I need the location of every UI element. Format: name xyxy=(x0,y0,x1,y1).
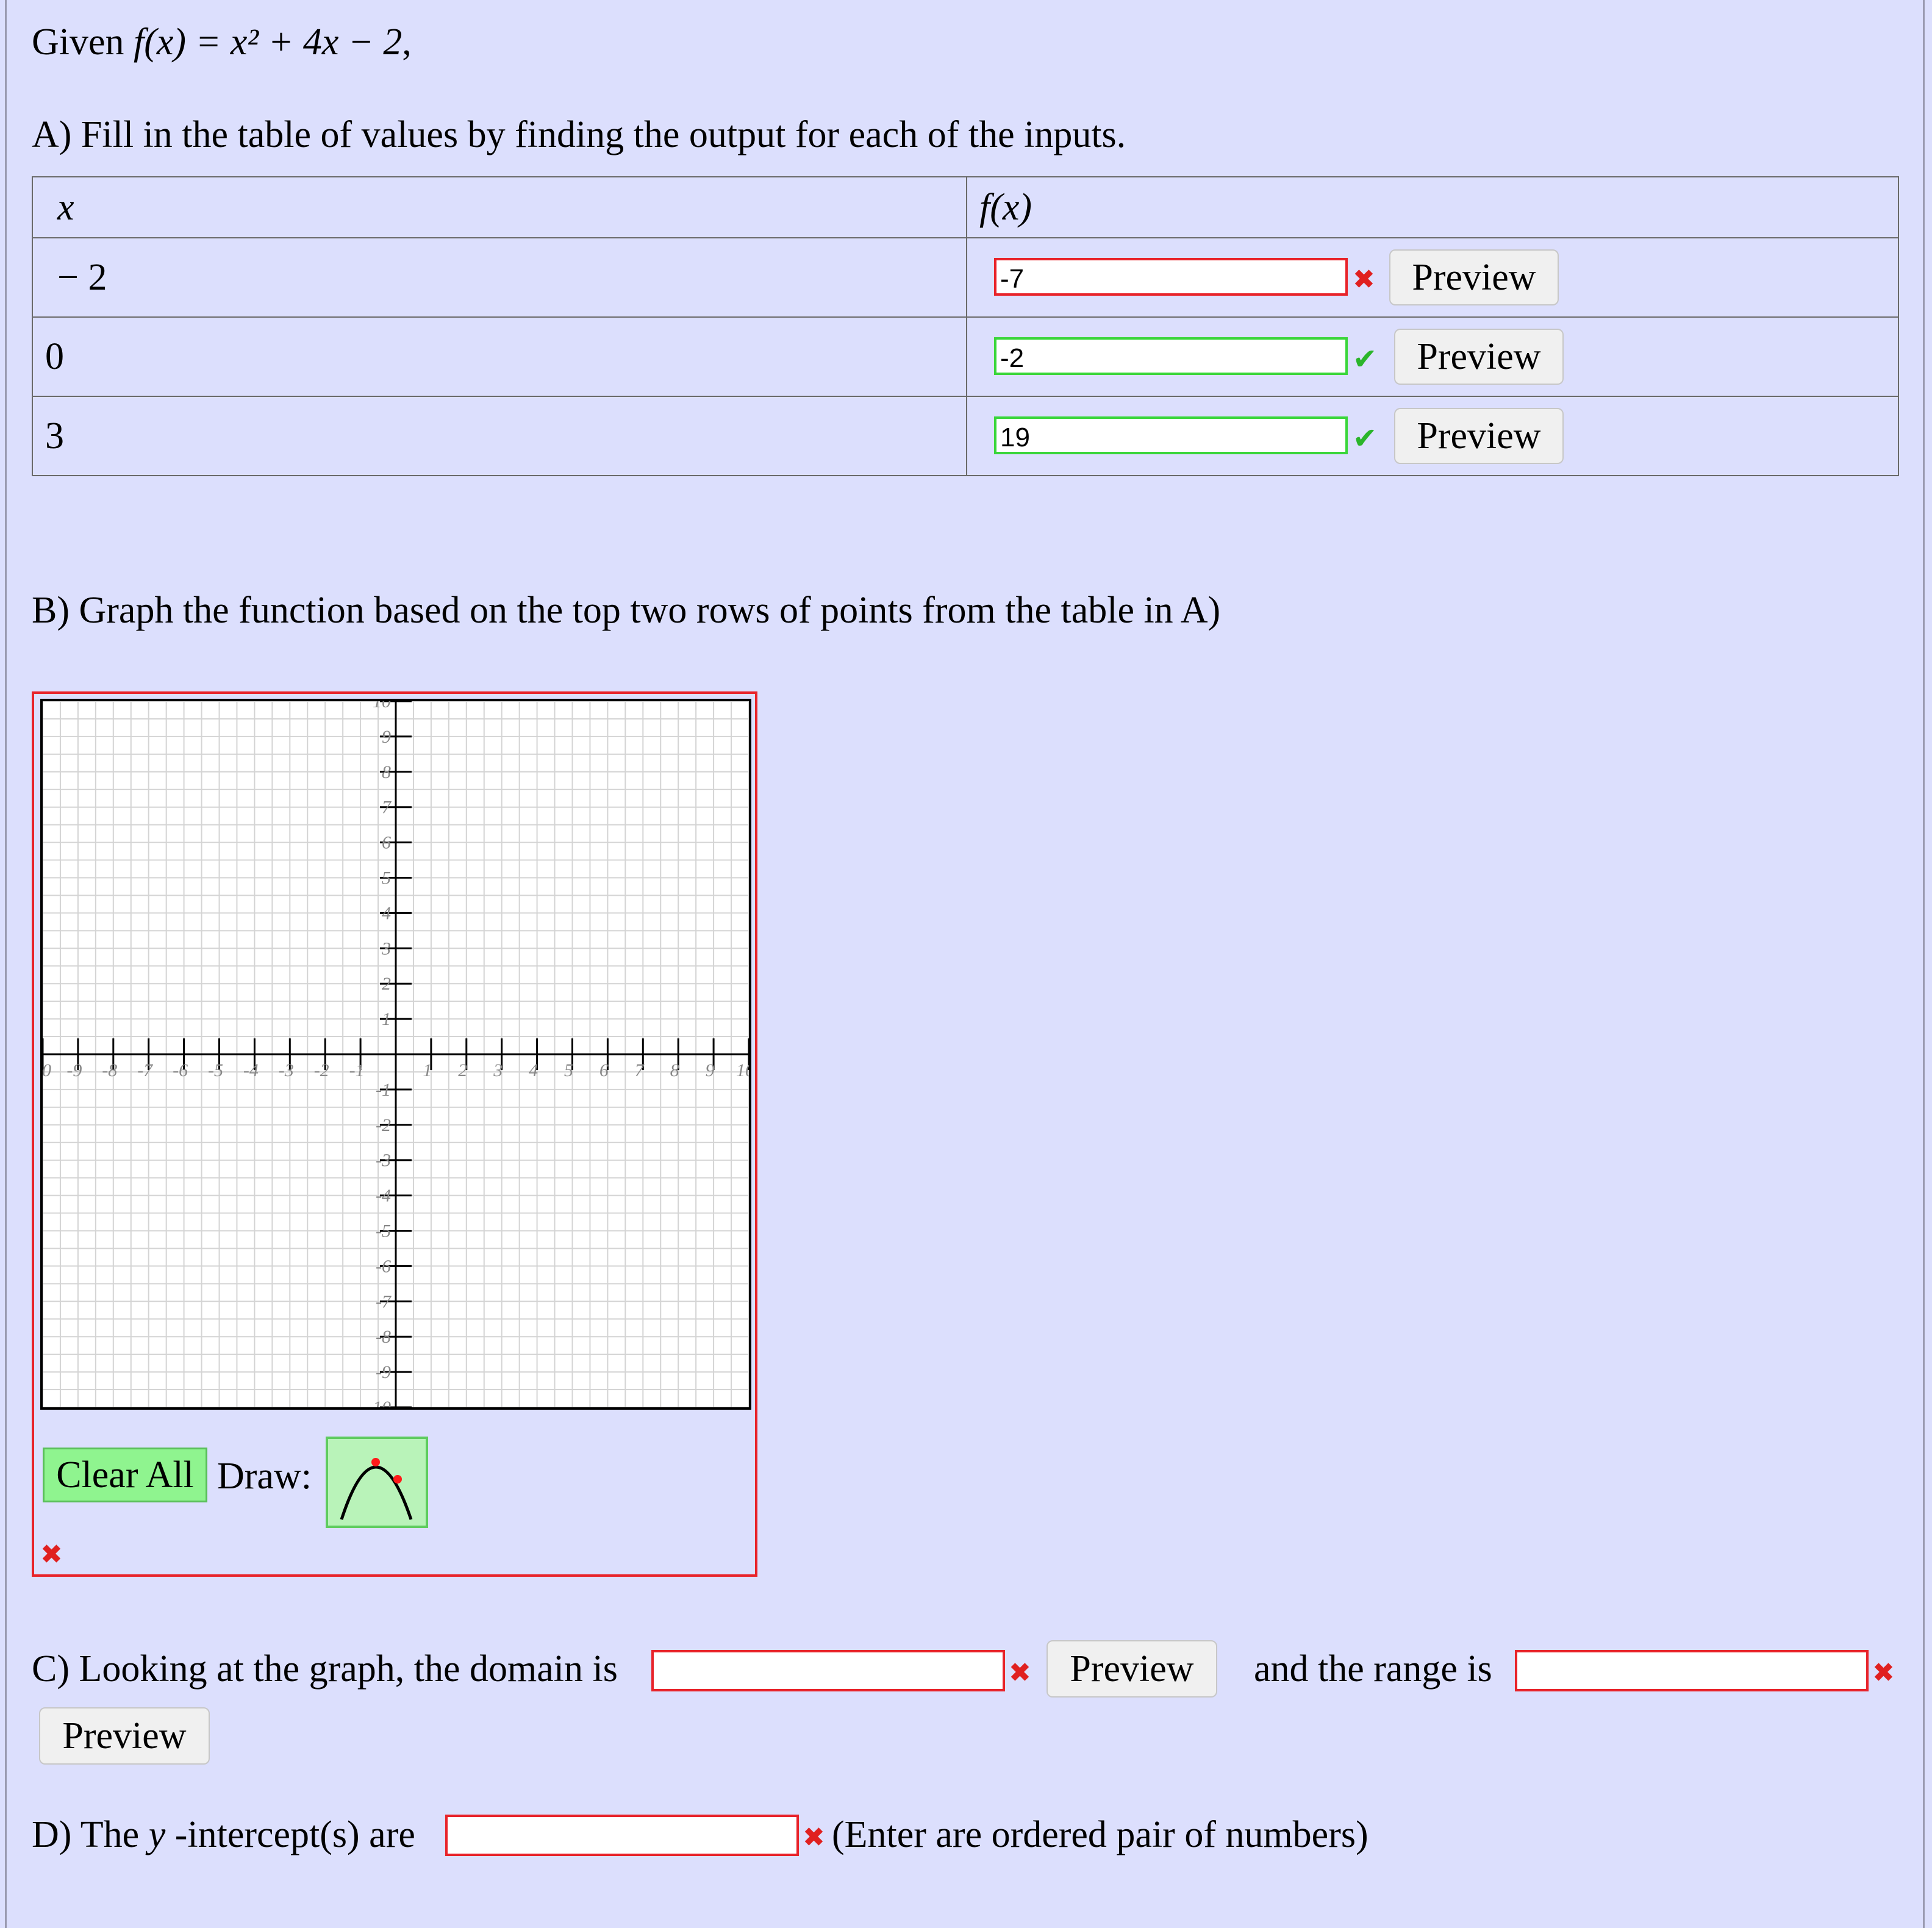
y-tick-label: -2 xyxy=(376,1115,391,1135)
domain-incorrect-icon: ✖ xyxy=(1009,1657,1031,1688)
y-tick-label: 8 xyxy=(382,762,391,782)
header-x: x xyxy=(32,176,967,238)
x-tick-label: 4 xyxy=(529,1060,538,1080)
row-x-cell: 3 xyxy=(32,396,967,476)
y-tick-label: -5 xyxy=(376,1221,391,1241)
x-tick-label: 3 xyxy=(493,1060,503,1080)
x-tick-label: -8 xyxy=(102,1060,117,1080)
y-tick-label: -7 xyxy=(376,1291,392,1312)
y-tick-label: -9 xyxy=(376,1362,391,1382)
x-tick-label: -6 xyxy=(173,1060,188,1080)
given-line: Given f(x) = x² + 4x − 2, xyxy=(32,23,412,61)
correct-check-icon: ✔ xyxy=(1353,421,1378,455)
y-intercept-input[interactable] xyxy=(445,1815,799,1856)
y-tick-label: 9 xyxy=(382,727,391,747)
x-tick-label: 9 xyxy=(706,1060,715,1080)
preview-button-2[interactable]: Preview xyxy=(1394,329,1564,385)
graph-incorrect-icon: ✖ xyxy=(40,1539,63,1570)
preview-button-3[interactable]: Preview xyxy=(1394,408,1564,464)
part-c-prompt: C) Looking at the graph, the domain is xyxy=(32,1648,618,1690)
range-input[interactable] xyxy=(1515,1650,1869,1691)
y-tick-label: -1 xyxy=(376,1080,391,1100)
x-tick-label: -9 xyxy=(66,1060,82,1080)
part-d-prompt: D) The y -intercept(s) are xyxy=(32,1814,415,1855)
x-tick-label: 7 xyxy=(635,1060,645,1080)
y-tick-label: -4 xyxy=(376,1186,391,1206)
x-tick-label: -1 xyxy=(349,1060,365,1080)
x-tick-label: 1 xyxy=(423,1060,432,1080)
header-fx: f(x) xyxy=(966,176,1899,238)
y-tick-label: 2 xyxy=(382,974,391,994)
row-x-cell: 0 xyxy=(32,316,967,397)
y-tick-label: 4 xyxy=(382,903,391,923)
parabola-tool-button[interactable] xyxy=(326,1437,428,1528)
domain-preview-button[interactable]: Preview xyxy=(1046,1640,1217,1698)
row-answer-cell: 19 ✔ Preview xyxy=(966,396,1899,476)
x-tick-label: -2 xyxy=(314,1060,329,1080)
given-suffix: , xyxy=(402,21,412,63)
graph-widget: -10-9-8-7-6-5-4-3-2-11234567891010987654… xyxy=(32,691,757,1577)
preview-button-1[interactable]: Preview xyxy=(1389,249,1559,305)
part-d-hint: (Enter are ordered pair of numbers) xyxy=(832,1814,1368,1855)
part-b-prompt: B) Graph the function based on the top t… xyxy=(32,590,1221,631)
graph-canvas[interactable]: -10-9-8-7-6-5-4-3-2-11234567891010987654… xyxy=(40,699,751,1410)
y-tick-label: 6 xyxy=(382,833,391,853)
x-tick-label: -5 xyxy=(208,1060,223,1080)
x-tick-label: -3 xyxy=(279,1060,294,1080)
y-tick-label: 1 xyxy=(382,1009,391,1029)
range-preview-button[interactable]: Preview xyxy=(39,1707,210,1765)
table-row: 3 19 ✔ Preview xyxy=(32,396,1899,476)
y-tick-label: -6 xyxy=(376,1256,391,1276)
row-x-cell: − 2 xyxy=(32,237,967,318)
table-row: − 2 -7 ✖ Preview xyxy=(32,237,1899,318)
correct-check-icon: ✔ xyxy=(1353,342,1378,376)
answer-input-2[interactable]: -2 xyxy=(994,337,1348,375)
domain-input[interactable] xyxy=(651,1650,1005,1691)
page-border-left xyxy=(5,0,7,1928)
y-tick-label: 3 xyxy=(381,938,391,959)
clear-all-button[interactable]: Clear All xyxy=(43,1448,207,1502)
answer-input-1[interactable]: -7 xyxy=(994,258,1348,296)
parabola-icon xyxy=(340,1458,413,1520)
part-c-range-label: and the range is xyxy=(1254,1648,1492,1690)
row-answer-cell: -2 ✔ Preview xyxy=(966,316,1899,397)
x-tick-label: 6 xyxy=(599,1060,609,1080)
x-tick-label: 2 xyxy=(458,1060,467,1080)
given-function: f(x) = x² + 4x − 2 xyxy=(134,21,402,63)
y-tick-label: 5 xyxy=(382,868,391,888)
row-answer-cell: -7 ✖ Preview xyxy=(966,237,1899,318)
x-tick-label: 8 xyxy=(670,1060,679,1080)
table-row: 0 -2 ✔ Preview xyxy=(32,316,1899,397)
x-tick-label: -7 xyxy=(137,1060,154,1080)
y-tick-label: 7 xyxy=(382,798,392,818)
y-variable: y xyxy=(148,1814,166,1855)
given-prefix: Given xyxy=(32,21,124,63)
y-tick-label: -8 xyxy=(376,1327,391,1347)
page-border-right xyxy=(1923,0,1925,1928)
values-table: x f(x) − 2 -7 ✖ Preview 0 -2 ✔ Preview 3… xyxy=(32,176,1899,476)
draw-label: Draw: xyxy=(217,1455,312,1497)
part-a-prompt: A) Fill in the table of values by findin… xyxy=(32,114,1126,155)
y-tick-label: -3 xyxy=(376,1151,391,1171)
x-tick-label: -4 xyxy=(243,1060,259,1080)
table-header-row: x f(x) xyxy=(32,176,1899,238)
answer-input-3[interactable]: 19 xyxy=(994,416,1348,454)
x-tick-label: 5 xyxy=(564,1060,573,1080)
range-incorrect-icon: ✖ xyxy=(1872,1657,1895,1688)
y-intercept-incorrect-icon: ✖ xyxy=(803,1822,825,1853)
incorrect-icon: ✖ xyxy=(1353,264,1375,295)
